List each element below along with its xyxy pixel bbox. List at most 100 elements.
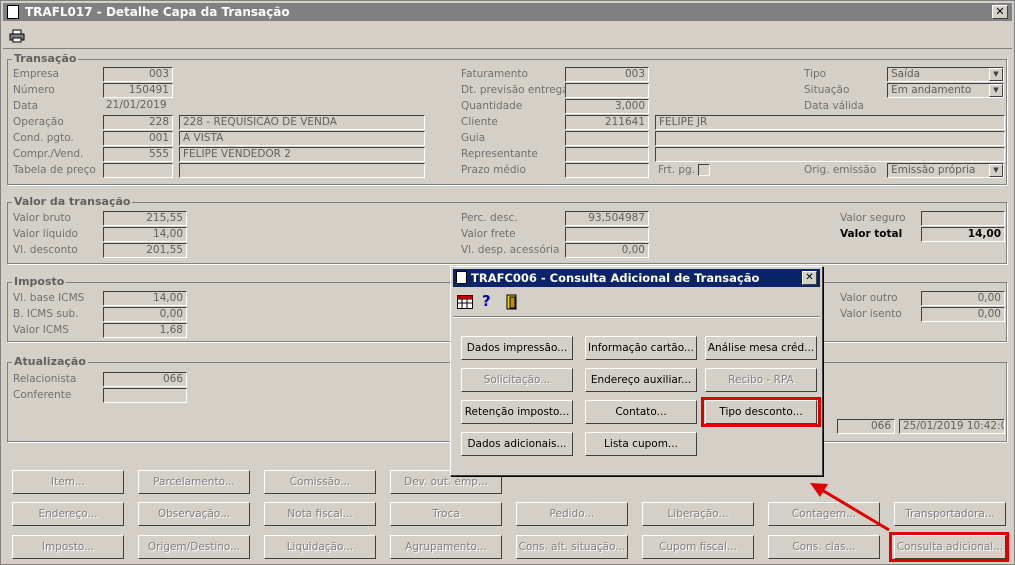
frete-field[interactable] xyxy=(565,227,649,242)
desp-field[interactable]: 0,00 xyxy=(565,243,649,258)
cupom-fiscal-button[interactable]: Cupom fiscal... xyxy=(642,535,754,559)
analise-mesa-cred-button[interactable]: Análise mesa créd... xyxy=(705,336,817,360)
desconto-field[interactable]: 201,55 xyxy=(103,243,187,258)
prazo-field[interactable] xyxy=(565,163,649,178)
dados-adicionais-button[interactable]: Dados adicionais... xyxy=(461,432,573,456)
cond-label: Cond. pgto. xyxy=(13,132,74,144)
liquidacao-button[interactable]: Liquidação... xyxy=(264,535,376,559)
quantidade-field[interactable]: 3,000 xyxy=(565,99,649,114)
dialog-close-button[interactable]: ✕ xyxy=(802,271,817,285)
chevron-down-icon[interactable]: ▼ xyxy=(989,164,1003,177)
liberacao-button[interactable]: Liberação... xyxy=(642,502,754,526)
parcelamento-button[interactable]: Parcelamento... xyxy=(138,470,250,494)
frt-checkbox[interactable] xyxy=(698,164,710,176)
consulta-adicional-dialog: TRAFC006 - Consulta Adicional de Transaç… xyxy=(450,266,823,476)
situacao-select[interactable]: Em andamento ▼ xyxy=(887,83,1004,98)
data-label: Data xyxy=(13,100,39,112)
contato-button[interactable]: Contato... xyxy=(585,400,697,424)
perc-label: Perc. desc. xyxy=(461,212,518,224)
bruto-label: Valor bruto xyxy=(13,212,71,224)
contagem-button[interactable]: Contagem... xyxy=(768,502,880,526)
guia-code[interactable] xyxy=(565,131,649,146)
group-title: Imposto xyxy=(12,275,67,288)
dialog-title: TRAFC006 - Consulta Adicional de Transaç… xyxy=(471,271,760,285)
pedido-button[interactable]: Pedido... xyxy=(516,502,628,526)
chevron-down-icon[interactable]: ▼ xyxy=(989,84,1003,97)
informacao-cartao-button[interactable]: Informação cartão... xyxy=(585,336,697,360)
frete-label: Valor frete xyxy=(461,228,516,240)
icms-label: Valor ICMS xyxy=(13,324,69,336)
agrupamento-button[interactable]: Agrupamento... xyxy=(390,535,502,559)
chevron-down-icon[interactable]: ▼ xyxy=(989,68,1003,81)
isento-label: Valor isento xyxy=(840,308,902,320)
isento-field[interactable]: 0,00 xyxy=(921,307,1005,322)
numero-field[interactable]: 150491 xyxy=(103,83,173,98)
imposto-button[interactable]: Imposto... xyxy=(12,535,124,559)
exit-door-icon[interactable] xyxy=(505,294,519,310)
origem-destino-button[interactable]: Origem/Destino... xyxy=(138,535,250,559)
origem-select[interactable]: Emissão própria ▼ xyxy=(887,163,1004,178)
empresa-label: Empresa xyxy=(13,68,59,80)
tabela-code[interactable] xyxy=(103,163,173,178)
dtprev-field[interactable] xyxy=(565,83,649,98)
highlight-tipo-desconto xyxy=(701,397,821,427)
icms-field[interactable]: 1,68 xyxy=(103,323,187,338)
guia-desc xyxy=(655,131,1005,146)
solicitacao-button[interactable]: Solicitação... xyxy=(461,368,573,392)
endereco-button[interactable]: Endereço... xyxy=(12,502,124,526)
data-field[interactable]: 21/01/2019 xyxy=(103,99,173,114)
printer-icon[interactable] xyxy=(9,29,25,43)
dialog-titlebar: TRAFC006 - Consulta Adicional de Transaç… xyxy=(453,269,820,287)
representante-label: Representante xyxy=(461,148,538,160)
empresa-field[interactable]: 003 xyxy=(103,67,173,82)
total-field[interactable]: 14,00 xyxy=(921,227,1005,242)
seguro-field[interactable] xyxy=(921,211,1005,226)
endereco-auxiliar-button[interactable]: Endereço auxiliar... xyxy=(585,368,697,392)
lista-cupom-button[interactable]: Lista cupom... xyxy=(585,432,697,456)
bsub-field[interactable]: 0,00 xyxy=(103,307,187,322)
tipo-label: Tipo xyxy=(804,68,827,80)
total-label: Valor total xyxy=(840,228,903,240)
toolbar xyxy=(3,25,1012,49)
grid-icon[interactable] xyxy=(457,295,473,309)
item-button[interactable]: Item... xyxy=(12,470,124,494)
cons-alt-situacao-button[interactable]: Cons. alt. situação... xyxy=(516,535,628,559)
operacao-label: Operação xyxy=(13,116,64,128)
origem-label: Orig. emissão xyxy=(804,164,877,176)
tipo-select[interactable]: Saída ▼ xyxy=(887,67,1004,82)
datavalida-label: Data válida xyxy=(804,100,864,112)
perc-field[interactable]: 93,504987 xyxy=(565,211,649,226)
dados-impressao-button[interactable]: Dados impressão... xyxy=(461,336,573,360)
faturamento-label: Faturamento xyxy=(461,68,528,80)
group-title: Atualização xyxy=(12,355,88,368)
recibo-rpa-button[interactable]: Recibo - RPA xyxy=(705,368,817,392)
transportadora-button[interactable]: Transportadora... xyxy=(894,502,1006,526)
compr-code[interactable]: 555 xyxy=(103,147,173,162)
operacao-code[interactable]: 228 xyxy=(103,115,173,130)
conferente-field[interactable] xyxy=(103,388,187,403)
relacionista-field[interactable]: 066 xyxy=(103,372,187,387)
bruto-field[interactable]: 215,55 xyxy=(103,211,187,226)
retencao-imposto-button[interactable]: Retenção imposto... xyxy=(461,400,573,424)
tabela-label: Tabela de preço xyxy=(13,164,96,176)
outro-field[interactable]: 0,00 xyxy=(921,291,1005,306)
situacao-label: Situação xyxy=(804,84,850,96)
base-field[interactable]: 14,00 xyxy=(103,291,187,306)
comissao-button[interactable]: Comissão... xyxy=(264,470,376,494)
liquido-field[interactable]: 14,00 xyxy=(103,227,187,242)
situacao-value: Em andamento xyxy=(891,84,972,96)
observacao-button[interactable]: Observação... xyxy=(138,502,250,526)
close-button[interactable]: ✕ xyxy=(992,5,1008,19)
help-icon[interactable]: ? xyxy=(482,292,491,310)
cliente-name: FELIPE JR xyxy=(655,115,1005,130)
frt-label: Frt. pg. xyxy=(658,164,696,176)
faturamento-field[interactable]: 003 xyxy=(565,67,649,82)
cliente-code[interactable]: 211641 xyxy=(565,115,649,130)
nota-fiscal-button[interactable]: Nota fiscal... xyxy=(264,502,376,526)
cons-clas-button[interactable]: Cons. clas... xyxy=(768,535,880,559)
document-icon xyxy=(7,5,19,19)
troca-button[interactable]: Troca xyxy=(390,502,502,526)
cond-code[interactable]: 001 xyxy=(103,131,173,146)
window-titlebar: TRAFL017 - Detalhe Capa da Transação ✕ xyxy=(3,3,1012,21)
representante-code[interactable] xyxy=(565,147,649,162)
